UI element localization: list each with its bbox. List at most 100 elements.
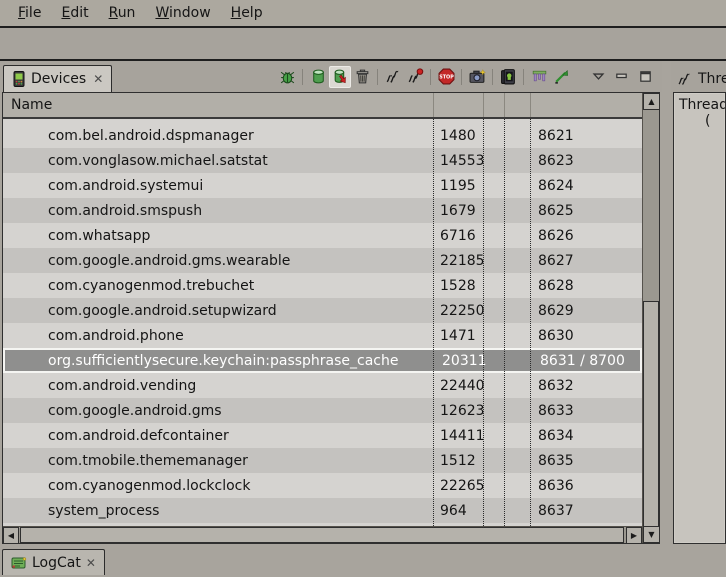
tab-logcat[interactable]: LogCat ✕ bbox=[2, 549, 105, 575]
process-name: com.android.vending bbox=[3, 378, 433, 394]
threads-icon bbox=[677, 71, 693, 87]
devices-panel: Devices ✕ bbox=[0, 61, 662, 548]
process-pid: 1512 bbox=[433, 453, 483, 469]
update-heap-icon[interactable] bbox=[307, 66, 329, 88]
scroll-up-icon[interactable]: ▲ bbox=[643, 93, 660, 110]
start-method-profiling-icon[interactable] bbox=[404, 66, 426, 88]
view-menu-icon[interactable] bbox=[590, 66, 606, 88]
green-arrow-icon[interactable] bbox=[550, 66, 572, 88]
phone-device-icon bbox=[12, 71, 26, 87]
threads-message: Thread up ( bbox=[673, 92, 726, 544]
table-row[interactable]: com.google.android.gms126238633 bbox=[3, 398, 642, 423]
column-gridline bbox=[483, 119, 484, 526]
phone-android-icon[interactable] bbox=[497, 66, 519, 88]
menu-help[interactable]: Help bbox=[222, 2, 272, 24]
process-pid: 1471 bbox=[433, 328, 483, 344]
process-port: 8628 bbox=[530, 278, 642, 294]
column-divider[interactable] bbox=[530, 93, 531, 117]
menu-window[interactable]: Window bbox=[146, 2, 219, 24]
menu-file[interactable]: File bbox=[9, 2, 50, 24]
process-name: com.google.android.gms.wearable bbox=[3, 253, 433, 269]
table-header-row: Name bbox=[3, 93, 642, 119]
column-header-name[interactable]: Name bbox=[3, 97, 52, 113]
devices-tabstrip: Devices ✕ bbox=[0, 61, 662, 92]
process-pid: 22185 bbox=[433, 253, 483, 269]
cause-gc-icon[interactable] bbox=[351, 66, 373, 88]
table-row[interactable]: com.android.defcontainer144118634 bbox=[3, 423, 642, 448]
table-row[interactable]: com.bel.android.dspmanager14808621 bbox=[3, 123, 642, 148]
column-divider[interactable] bbox=[504, 93, 505, 117]
toolbar-separator bbox=[302, 69, 303, 85]
dump-hprof-icon[interactable] bbox=[329, 66, 351, 88]
process-pid: 6716 bbox=[433, 228, 483, 244]
process-pid: 14411 bbox=[433, 428, 483, 444]
tab-threads[interactable]: Threads bbox=[671, 61, 726, 92]
threads-message-line1: Thread up bbox=[679, 97, 725, 113]
tab-devices-close-icon[interactable]: ✕ bbox=[93, 72, 103, 86]
column-divider[interactable] bbox=[433, 93, 434, 117]
stop-process-icon[interactable]: STOP bbox=[435, 66, 457, 88]
horizontal-scroll-thumb[interactable] bbox=[20, 527, 624, 543]
column-gridline bbox=[530, 119, 531, 526]
table-row[interactable]: com.android.smspush16798625 bbox=[3, 198, 642, 223]
column-divider[interactable] bbox=[483, 93, 484, 117]
table-row[interactable]: com.google.android.setupwizard222508629 bbox=[3, 298, 642, 323]
table-row[interactable]: com.android.vending22440 8632 bbox=[3, 373, 642, 398]
main-toolbar bbox=[0, 28, 726, 61]
toolbar-separator bbox=[377, 69, 378, 85]
table-row[interactable]: com.whatsapp67168626 bbox=[3, 223, 642, 248]
toolbar-separator bbox=[523, 69, 524, 85]
tab-devices-label: Devices bbox=[31, 71, 86, 87]
process-pid: 12623 bbox=[433, 403, 483, 419]
horizontal-scrollbar[interactable]: ◀ ▶ bbox=[3, 526, 642, 543]
process-name: com.vonglasow.michael.satstat bbox=[3, 153, 433, 169]
minimize-icon[interactable] bbox=[612, 66, 630, 88]
devices-view-toolbar: STOP bbox=[276, 66, 662, 88]
process-name: com.android.smspush bbox=[3, 203, 433, 219]
sysinfo-bars-icon[interactable] bbox=[528, 66, 550, 88]
process-name: com.google.android.setupwizard bbox=[3, 303, 433, 319]
scroll-right-icon[interactable]: ▶ bbox=[626, 527, 642, 543]
process-port: 8635 bbox=[530, 453, 642, 469]
tab-logcat-label: LogCat bbox=[32, 555, 81, 571]
table-row[interactable]: com.vonglasow.michael.satstat145538623 bbox=[3, 148, 642, 173]
table-row[interactable]: com.android.systemui11958624 bbox=[3, 173, 642, 198]
process-name: system_process bbox=[3, 503, 433, 519]
process-port: 8621 bbox=[530, 128, 642, 144]
scroll-left-icon[interactable]: ◀ bbox=[3, 527, 19, 543]
menu-edit[interactable]: Edit bbox=[52, 2, 97, 24]
tab-logcat-close-icon[interactable]: ✕ bbox=[86, 556, 96, 570]
process-pid: 964 bbox=[433, 503, 483, 519]
scroll-down-icon[interactable]: ▼ bbox=[643, 526, 660, 543]
table-row[interactable]: com.cyanogenmod.lockclock222658636 bbox=[3, 473, 642, 498]
panel-sash[interactable] bbox=[662, 61, 671, 548]
view-window-controls bbox=[590, 66, 654, 88]
tab-devices[interactable]: Devices ✕ bbox=[3, 65, 112, 92]
toolbar-separator bbox=[492, 69, 493, 85]
table-row-selected[interactable]: org.sufficientlysecure.keychain:passphra… bbox=[3, 348, 642, 373]
maximize-icon[interactable] bbox=[636, 66, 654, 88]
column-gridline bbox=[504, 119, 505, 526]
table-row[interactable]: com.cyanogenmod.trebuchet15288628 bbox=[3, 273, 642, 298]
vertical-scrollbar[interactable]: ▲ ▼ bbox=[642, 93, 659, 543]
menu-run[interactable]: Run bbox=[100, 2, 145, 24]
vertical-scroll-track[interactable] bbox=[643, 110, 659, 526]
process-list: com.bel.android.dspmanager14808621com.vo… bbox=[3, 119, 642, 526]
table-row[interactable]: com.tmobile.thememanager15128635 bbox=[3, 448, 642, 473]
vertical-scroll-thumb[interactable] bbox=[643, 301, 659, 526]
update-threads-icon[interactable] bbox=[382, 66, 404, 88]
process-port: 8631 / 8700 bbox=[532, 353, 640, 369]
process-port: 8633 bbox=[530, 403, 642, 419]
process-pid: 22440 bbox=[433, 378, 483, 394]
table-row[interactable]: system_process9648637 bbox=[3, 498, 642, 523]
horizontal-scroll-track[interactable] bbox=[19, 527, 626, 543]
process-port: 8632 bbox=[530, 378, 642, 394]
screen-capture-icon[interactable] bbox=[466, 66, 488, 88]
process-name: com.android.defcontainer bbox=[3, 428, 433, 444]
process-name: org.sufficientlysecure.keychain:passphra… bbox=[5, 353, 435, 369]
process-name: com.cyanogenmod.lockclock bbox=[3, 478, 433, 494]
debug-icon[interactable] bbox=[276, 66, 298, 88]
table-row[interactable]: com.google.android.gms.wearable221858627 bbox=[3, 248, 642, 273]
table-row[interactable]: com.android.phone14718630 bbox=[3, 323, 642, 348]
process-port: 8629 bbox=[530, 303, 642, 319]
